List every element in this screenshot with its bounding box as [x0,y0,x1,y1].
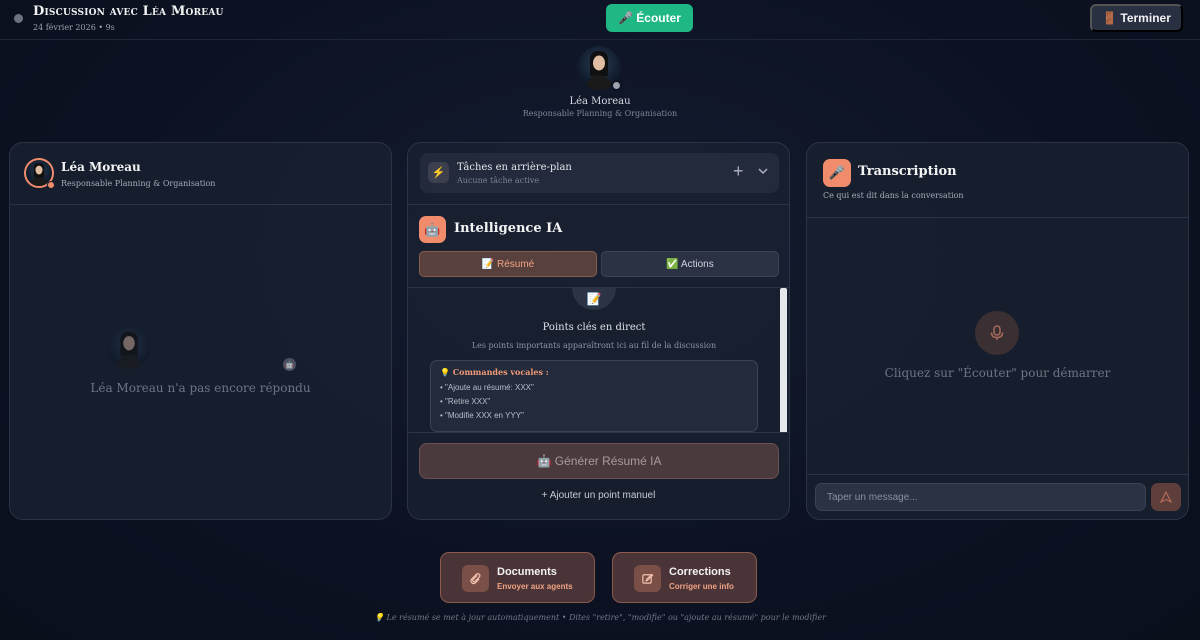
participant-name: Léa Moreau [569,96,631,107]
documents-card[interactable]: Documents Envoyer aux agents [440,552,595,603]
voice-commands-box: 💡 Commandes vocales : • "Ajoute au résum… [430,360,758,432]
ai-panel-title: Intelligence IA [454,221,563,236]
transcription-panel: 🎤 Transcription Ce qui est dit dans la c… [806,142,1189,520]
send-icon [1160,491,1172,503]
participant-panel-header: Léa Moreau Responsable Planning & Organi… [10,143,391,205]
send-button[interactable] [1151,483,1181,511]
participant-placeholder-avatar [108,327,150,369]
lightning-icon: ⚡ [428,162,449,183]
memo-icon: 📝 [572,288,616,310]
voice-command-item: • "Retire XXX" [440,397,491,406]
ai-panel: ⚡ Tâches en arrière-plan Aucune tâche ac… [407,142,790,520]
transcription-title: Transcription [858,164,957,179]
background-tasks-status: Aucune tâche active [457,176,540,185]
transcription-empty-message: Cliquez sur "Écouter" pour démarrer [884,366,1111,380]
participant-status-dot [611,80,622,91]
summary-scroll-area[interactable]: 📝 Points clés en direct Les points impor… [408,287,789,433]
corrections-card[interactable]: Corrections Corriger une info [612,552,757,603]
add-manual-point-link[interactable]: + Ajouter un point manuel [408,490,789,501]
page-title: Discussion avec Léa Moreau [33,4,224,19]
scrollbar[interactable] [780,288,787,432]
top-bar: Discussion avec Léa Moreau 24 février 20… [0,0,1200,40]
chevron-down-icon[interactable] [757,163,769,183]
session-meta: 24 février 2026 • 9s [33,23,115,32]
microphone-icon: 🎤 [823,159,851,187]
background-tasks-title: Tâches en arrière-plan [457,162,572,173]
tab-actions[interactable]: ✅ Actions [601,251,779,277]
robot-icon: 🤖 [419,216,446,243]
corrections-title: Corrections [669,566,731,578]
message-input[interactable] [815,483,1146,511]
documents-subtitle: Envoyer aux agents [497,582,573,591]
participant-panel: Léa Moreau Responsable Planning & Organi… [9,142,392,520]
key-points-title: Points clés en direct [542,322,646,333]
robot-icon: 🤖 [283,358,296,371]
voice-commands-title: 💡 Commandes vocales : [440,367,549,377]
participant-empty-message: Léa Moreau n'a pas encore répondu [90,381,311,395]
participant-panel-status-dot [47,181,55,189]
key-points-subtitle: Les points importants apparaîtront ici a… [471,341,717,350]
participant-role: Responsable Planning & Organisation [522,109,678,118]
documents-title: Documents [497,566,557,578]
participant-panel-role: Responsable Planning & Organisation [61,179,216,188]
corrections-subtitle: Corriger une info [669,582,734,591]
divider [807,474,1188,475]
voice-command-item: • "Modifie XXX en YYY" [440,411,524,420]
listen-button[interactable]: 🎤 Écouter [606,4,693,32]
add-task-icon[interactable]: + [733,161,744,181]
footer-hint: 💡 Le résumé se met à jour automatiquemen… [374,613,826,622]
voice-command-item: • "Ajoute au résumé: XXX" [440,383,534,392]
session-status-dot [14,14,23,23]
participant-panel-name: Léa Moreau [61,160,141,174]
edit-icon [634,565,661,592]
paperclip-icon [462,565,489,592]
tab-summary[interactable]: 📝 Résumé [419,251,597,277]
microphone-icon [975,311,1019,355]
background-tasks-bar[interactable]: ⚡ Tâches en arrière-plan Aucune tâche ac… [420,153,779,193]
end-button[interactable]: 🚪 Terminer [1090,4,1183,32]
generate-summary-button[interactable]: 🤖 Générer Résumé IA [419,443,779,479]
transcription-subtitle: Ce qui est dit dans la conversation [823,191,964,200]
divider [408,204,789,205]
transcription-header: 🎤 Transcription Ce qui est dit dans la c… [807,143,1188,218]
